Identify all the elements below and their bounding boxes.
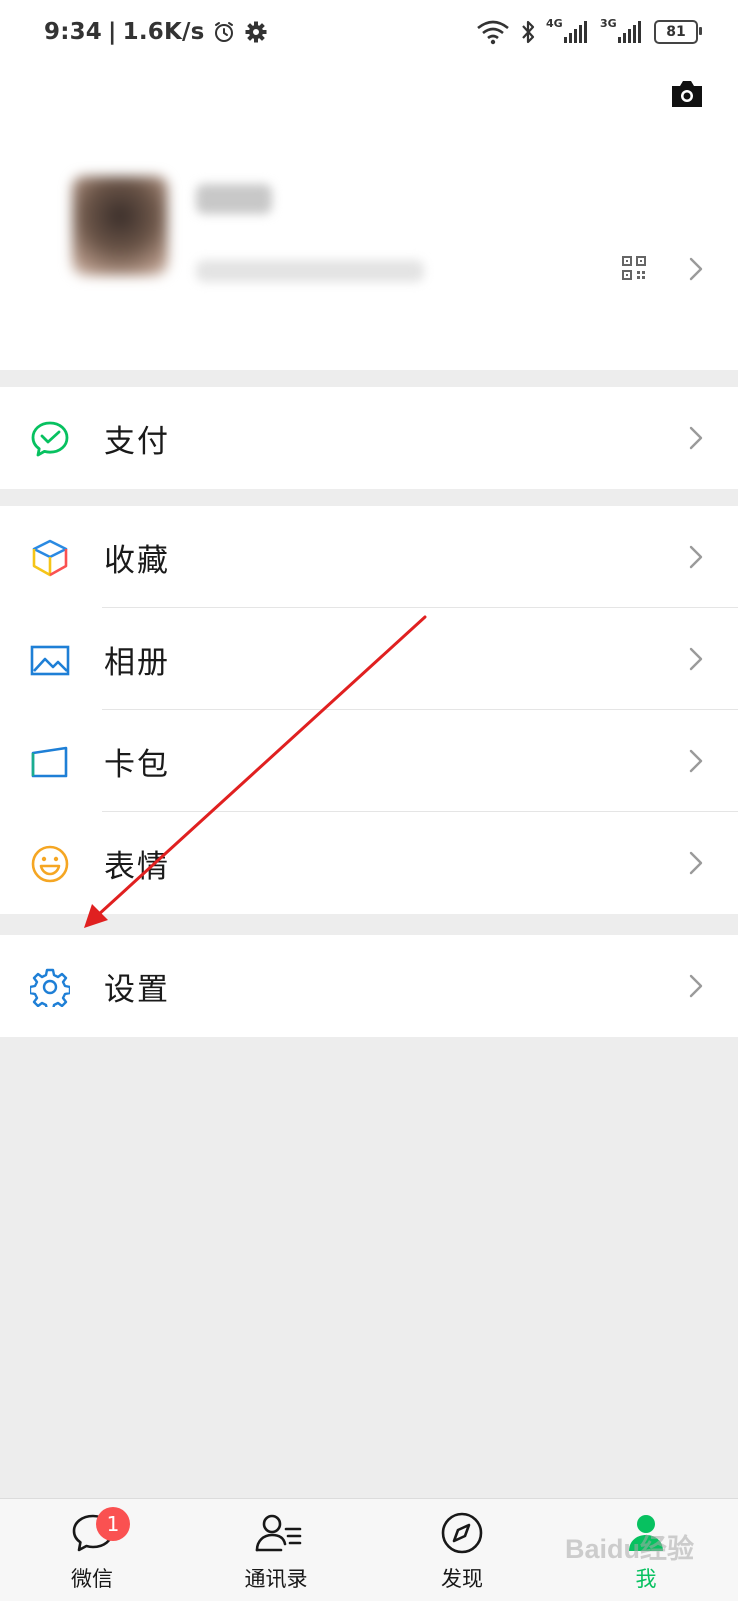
- menu-group-settings: 设置: [0, 935, 738, 1037]
- settings-gear-icon: [30, 968, 70, 1007]
- battery-level: 81: [666, 24, 686, 40]
- profile-header[interactable]: [0, 64, 738, 370]
- menu-item-cards[interactable]: 卡包: [0, 710, 738, 812]
- menu-item-label: 卡包: [104, 746, 170, 783]
- status-time: 9:34: [44, 19, 103, 45]
- menu-item-label: 支付: [104, 423, 170, 460]
- tab-label: 微信: [71, 1567, 113, 1591]
- signal-3g: 3G: [600, 17, 644, 47]
- menu-item-label: 相册: [104, 644, 170, 681]
- menu-item-label: 表情: [104, 848, 170, 885]
- status-left: 9:34 | 1.6K/s: [44, 16, 268, 48]
- gear-icon: [245, 21, 267, 43]
- tab-label: 发现: [441, 1567, 483, 1591]
- menu-item-settings[interactable]: 设置: [0, 935, 738, 1037]
- menu-group-main: 收藏 相册 卡包 表情: [0, 506, 738, 914]
- contacts-icon: [255, 1514, 302, 1552]
- signal-4g: 4G: [546, 17, 590, 47]
- status-right: 4G 3G 81: [476, 14, 702, 50]
- favorites-cube-icon: [32, 539, 68, 577]
- menu-item-stickers[interactable]: 表情: [0, 812, 738, 914]
- album-icon: [30, 645, 70, 676]
- status-net-speed: 1.6K/s: [122, 19, 205, 45]
- bluetooth-icon: [522, 20, 535, 44]
- chevron-right-icon: [689, 974, 703, 998]
- tab-contacts[interactable]: 通讯录: [216, 1499, 336, 1601]
- status-bar: 9:34 | 1.6K/s 4G 3G 81: [0, 0, 738, 64]
- chevron-right-icon: [689, 257, 703, 281]
- unread-badge: 1: [96, 1507, 130, 1541]
- status-separator: |: [108, 19, 117, 45]
- menu-item-label: 收藏: [104, 542, 170, 579]
- bottom-tab-bar: 1 微信 通讯录 发现 我 Baidu经验: [0, 1498, 738, 1601]
- menu-item-album[interactable]: 相册: [0, 608, 738, 710]
- chevron-right-icon: [689, 851, 703, 875]
- signal-icon: [618, 21, 641, 43]
- chevron-right-icon: [689, 426, 703, 450]
- menu-item-pay[interactable]: 支付: [0, 387, 738, 489]
- signal-icon: [564, 21, 587, 43]
- wifi-icon: [477, 20, 509, 45]
- menu-item-label: 设置: [104, 971, 170, 1008]
- camera-icon[interactable]: [668, 78, 706, 110]
- tab-label: 通讯录: [244, 1567, 308, 1591]
- tab-label: 我: [635, 1567, 657, 1591]
- watermark: Baidu经验: [565, 1534, 695, 1564]
- profile-nickname: [196, 184, 272, 214]
- tab-chats[interactable]: 1 微信: [32, 1499, 152, 1601]
- chevron-right-icon: [689, 647, 703, 671]
- alarm-icon: [215, 22, 234, 42]
- tab-discover[interactable]: 发现: [402, 1499, 522, 1601]
- chevron-right-icon: [689, 749, 703, 773]
- profile-wechat-id: [196, 260, 424, 282]
- avatar[interactable]: [72, 176, 168, 276]
- card-wallet-icon: [31, 746, 68, 778]
- menu-group-pay: 支付: [0, 387, 738, 489]
- menu-item-favorites[interactable]: 收藏: [0, 506, 738, 608]
- pay-icon: [31, 421, 69, 457]
- chevron-right-icon: [689, 545, 703, 569]
- qr-code-icon[interactable]: [622, 256, 646, 280]
- battery-icon: 81: [654, 20, 702, 44]
- compass-icon: [441, 1512, 483, 1554]
- sticker-smile-icon: [31, 845, 69, 883]
